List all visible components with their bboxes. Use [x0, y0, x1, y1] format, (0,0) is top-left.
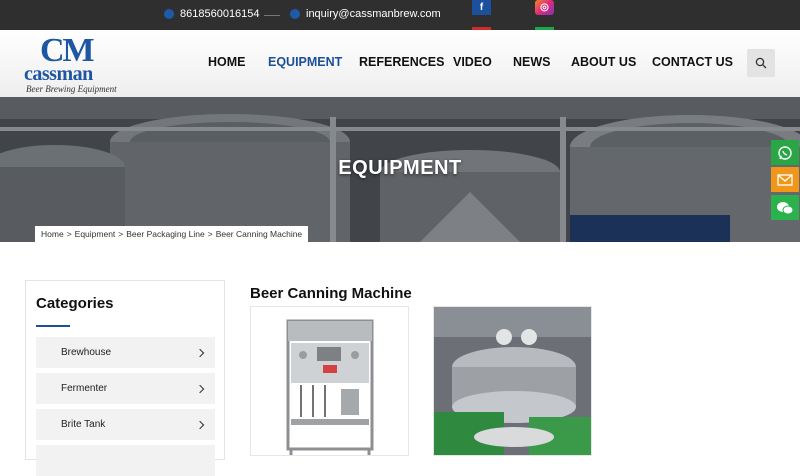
search-icon	[755, 57, 767, 69]
category-label: Fermenter	[61, 383, 108, 394]
category-brite-tank[interactable]: Brite Tank	[36, 409, 215, 440]
nav-equipment[interactable]: EQUIPMENT	[268, 55, 342, 69]
contact-divider	[264, 15, 280, 16]
canning-machine-image	[251, 307, 408, 455]
breadcrumb-packaging-line[interactable]: Beer Packaging Line	[126, 226, 204, 242]
nav-home[interactable]: HOME	[208, 55, 246, 69]
email-contact[interactable]: inquiry@cassmanbrew.com	[290, 8, 441, 20]
logo-tagline: Beer Brewing Equipment	[26, 84, 117, 94]
nav-news[interactable]: NEWS	[513, 55, 551, 69]
product-card[interactable]	[250, 306, 409, 456]
nav-video[interactable]: VIDEO	[453, 55, 492, 69]
envelope-icon	[777, 173, 793, 186]
nav-contact-us[interactable]: CONTACT US	[652, 55, 733, 69]
breadcrumb-separator: >	[118, 229, 124, 239]
category-label: Brite Tank	[61, 419, 106, 430]
banner-title: EQUIPMENT	[338, 157, 462, 179]
email-icon	[290, 9, 300, 19]
categories-sidebar: Categories Brewhouse Fermenter Brite Tan…	[25, 280, 225, 476]
chevron-right-icon	[195, 348, 205, 357]
product-card[interactable]	[433, 306, 592, 456]
logo-name: cassman	[24, 63, 93, 85]
breadcrumb-separator: >	[66, 229, 72, 239]
facebook-icon[interactable]: f	[472, 0, 491, 15]
breadcrumb-home[interactable]: Home	[41, 226, 64, 242]
rotary-canning-machine-image	[434, 307, 591, 455]
whatsapp-icon	[778, 145, 792, 160]
nav-about-us[interactable]: ABOUT US	[571, 55, 636, 69]
category-fermenter[interactable]: Fermenter	[36, 373, 215, 404]
instagram-icon[interactable]: ◎	[535, 0, 554, 15]
phone-icon	[164, 9, 174, 19]
nav-references[interactable]: REFERENCES	[359, 55, 444, 69]
category-brewhouse[interactable]: Brewhouse	[36, 337, 215, 368]
breadcrumb-separator: >	[207, 229, 213, 239]
breadcrumb-current: Beer Canning Machine	[215, 229, 303, 239]
page-title: Beer Canning Machine	[250, 285, 412, 302]
top-bar: 8618560016154 inquiry@cassmanbrew.com f …	[0, 0, 800, 30]
facebook-glyph: f	[479, 2, 484, 13]
chevron-right-icon	[195, 420, 205, 429]
site-header: CM cassman Beer Brewing Equipment HOME E…	[0, 30, 800, 97]
breadcrumb-equipment[interactable]: Equipment	[75, 226, 116, 242]
wechat-float-button[interactable]	[771, 195, 799, 220]
email-float-button[interactable]	[771, 167, 799, 192]
search-button[interactable]	[747, 49, 775, 77]
chevron-right-icon	[195, 384, 205, 393]
category-label: Brewhouse	[61, 347, 112, 358]
instagram-glyph: ◎	[540, 2, 549, 13]
phone-number: 8618560016154	[180, 8, 260, 20]
cassman-logo[interactable]: CM cassman Beer Brewing Equipment	[24, 34, 124, 95]
sidebar-title-underline	[36, 325, 70, 327]
phone-contact[interactable]: 8618560016154	[164, 8, 260, 20]
email-address: inquiry@cassmanbrew.com	[306, 8, 441, 20]
whatsapp-float-button[interactable]	[771, 140, 799, 165]
wechat-icon	[777, 201, 794, 214]
breadcrumb: Home > Equipment > Beer Packaging Line >…	[35, 226, 309, 242]
sidebar-title: Categories	[36, 295, 114, 312]
page-banner: EQUIPMENT	[0, 97, 800, 242]
